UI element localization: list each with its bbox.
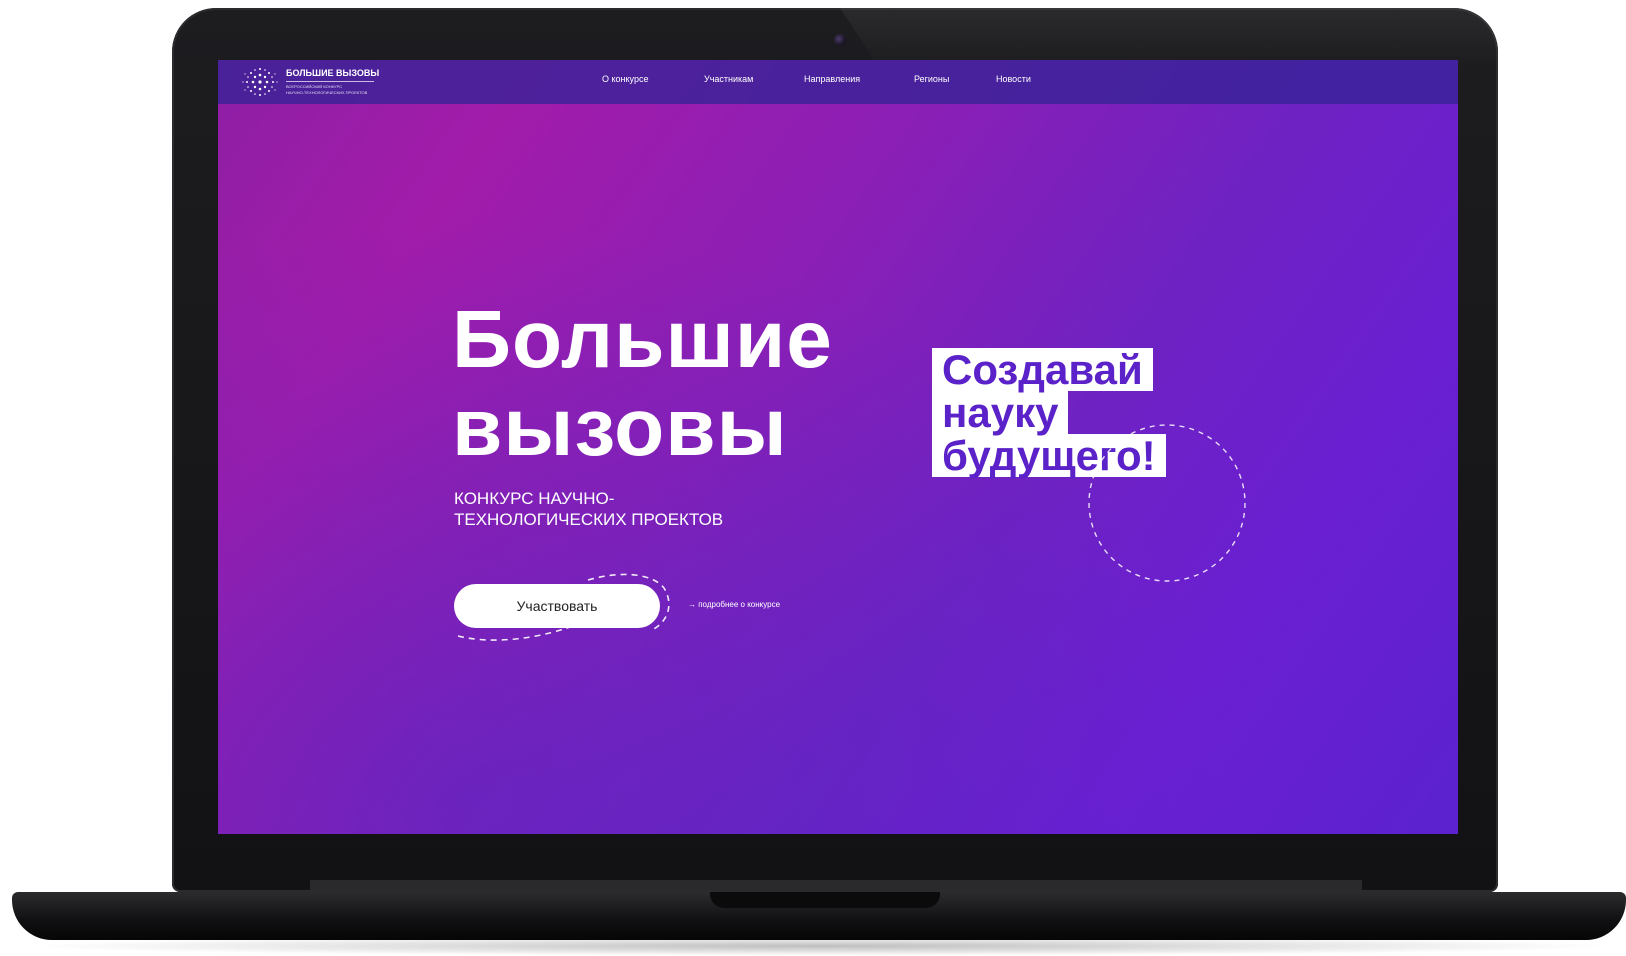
hero-subtitle-line2: ТЕХНОЛОГИЧЕСКИХ ПРОЕКТОВ: [454, 510, 724, 529]
nav-item-about[interactable]: О конкурсе: [602, 74, 648, 84]
site-header: БОЛЬШИЕ ВЫЗОВЫ ВСЕРОССИЙСКИЙ КОНКУРС НАУ…: [218, 60, 1458, 104]
hero-subtitle: КОНКУРС НАУЧНО- ТЕХНОЛОГИЧЕСКИХ ПРОЕКТОВ: [454, 488, 723, 530]
webcam-icon: [834, 34, 846, 46]
dashed-circle-decoration: [1088, 424, 1246, 582]
slogan-line1: Создавай: [932, 348, 1153, 391]
nav-item-regions[interactable]: Регионы: [914, 74, 949, 84]
lid-reflection: [840, 8, 1498, 68]
hero-title-line1: Большие: [452, 294, 833, 385]
logo-title[interactable]: БОЛЬШИЕ ВЫЗОВЫ: [286, 68, 379, 78]
participate-button[interactable]: Участвовать: [454, 584, 660, 628]
logo-subtitle-line1: ВСЕРОССИЙСКИЙ КОНКУРС: [286, 84, 343, 89]
logo-divider: [286, 81, 374, 82]
logo-subtitle-line2: НАУЧНО-ТЕХНОЛОГИЧЕСКИХ ПРОЕКТОВ: [286, 90, 368, 95]
more-about-contest-link[interactable]: → подробнее о конкурсе: [688, 600, 780, 609]
website-screen: БОЛЬШИЕ ВЫЗОВЫ ВСЕРОССИЙСКИЙ КОНКУРС НАУ…: [218, 60, 1458, 834]
laptop-base-notch: [710, 892, 940, 908]
nav-item-directions[interactable]: Направления: [804, 74, 860, 84]
laptop-hinge: [310, 880, 1362, 890]
hero-subtitle-line1: КОНКУРС НАУЧНО-: [454, 489, 615, 508]
hero-title: Большие вызовы: [452, 296, 833, 472]
slogan-line2: науку: [932, 391, 1069, 434]
hero-title-line2: вызовы: [452, 382, 788, 473]
nav-item-news[interactable]: Новости: [996, 74, 1031, 84]
nav-item-participants[interactable]: Участникам: [704, 74, 753, 84]
screen-gradient-overlay: [218, 60, 1458, 834]
laptop-mockup-scene: БОЛЬШИЕ ВЫЗОВЫ ВСЕРОССИЙСКИЙ КОНКУРС НАУ…: [0, 0, 1626, 956]
dot-burst-logo-icon[interactable]: [240, 64, 280, 100]
